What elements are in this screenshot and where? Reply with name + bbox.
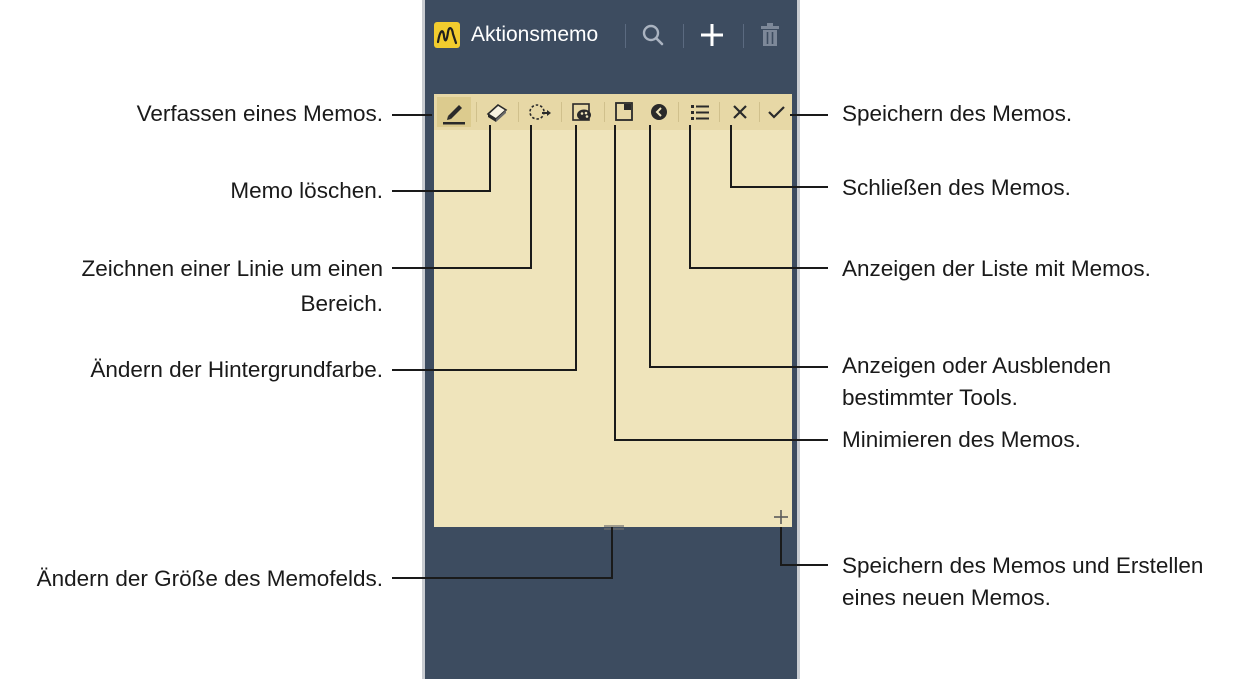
callout-tools-line2: bestimmter Tools. bbox=[842, 385, 1018, 410]
callout-lasso-line1: Zeichnen einer Linie um einen bbox=[81, 256, 383, 281]
callout-pen: Verfassen eines Memos. bbox=[136, 101, 383, 126]
callout-minimize: Minimieren des Memos. bbox=[842, 427, 1081, 452]
callout-save: Speichern des Memos. bbox=[842, 101, 1073, 126]
callout-resize: Ändern der Größe des Memofelds. bbox=[36, 566, 383, 591]
callout-tools-line1: Anzeigen oder Ausblenden bbox=[842, 353, 1111, 378]
callout-eraser: Memo löschen. bbox=[230, 178, 383, 203]
callout-background: Ändern der Hintergrundfarbe. bbox=[90, 357, 383, 382]
callout-list: Anzeigen der Liste mit Memos. bbox=[842, 256, 1151, 281]
callout-new-line2: eines neuen Memos. bbox=[842, 585, 1051, 610]
callout-lasso-line2: Bereich. bbox=[300, 291, 383, 316]
callout-new-line1: Speichern des Memos und Erstellen bbox=[842, 553, 1204, 578]
callout-close: Schließen des Memos. bbox=[842, 175, 1071, 200]
